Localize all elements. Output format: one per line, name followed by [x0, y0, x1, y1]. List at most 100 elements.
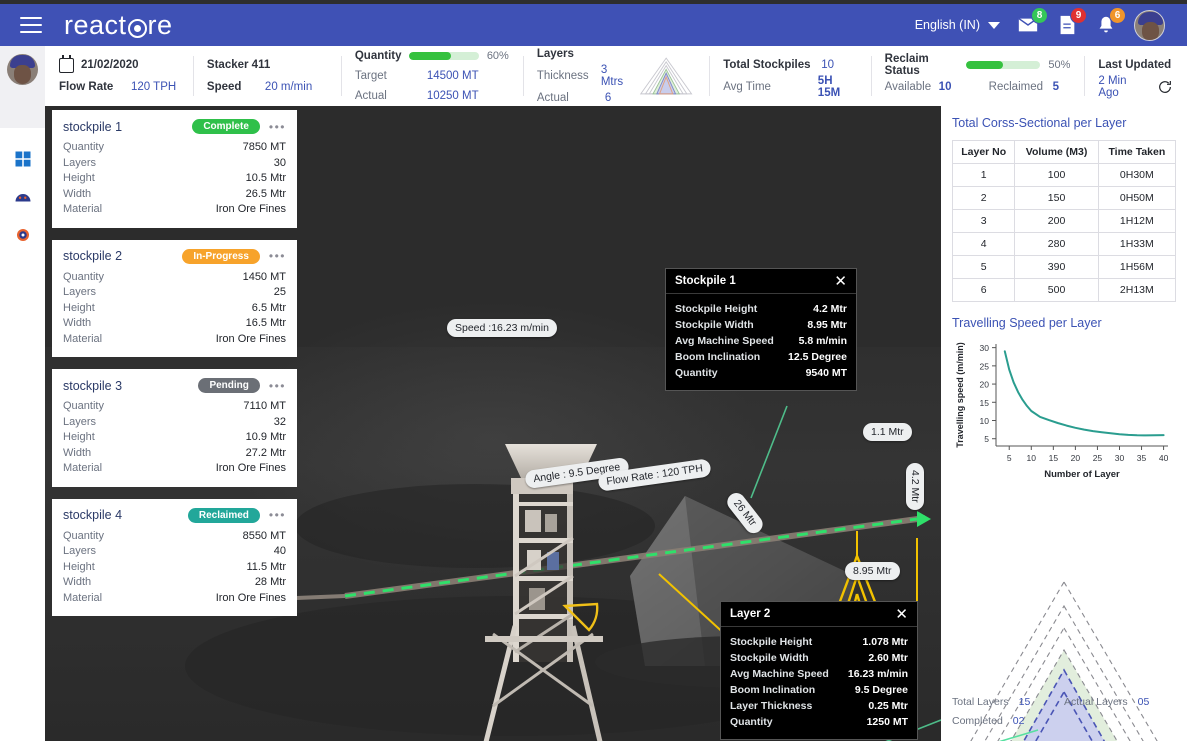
- document-icon[interactable]: 9: [1056, 7, 1087, 36]
- avatar[interactable]: [1134, 9, 1165, 41]
- reclaimed-value: 5: [1052, 81, 1060, 93]
- stockpile-card[interactable]: stockpile 4 Reclaimed ••• Quantity 8550 MT La…: [52, 498, 297, 616]
- layer-tooltip[interactable]: Layer 2 ✕ Stockpile Height 1.078 Mtr Stock…: [720, 601, 918, 740]
- detail-key: Height: [63, 560, 95, 573]
- menu-toggle-icon[interactable]: [20, 17, 42, 33]
- reclaim-progress-bar: [965, 61, 1041, 69]
- tooltip-value: 1.078 Mtr: [862, 636, 908, 648]
- table-cell: 150: [1014, 186, 1099, 210]
- brand-text-post: re: [147, 9, 173, 40]
- stockpile-card[interactable]: stockpile 1 Complete ••• Quantity 7850 MT Lay…: [52, 110, 297, 228]
- dim-height-label: 4.2 Mtr: [906, 463, 924, 510]
- date-value: 21/02/2020: [81, 59, 139, 71]
- tooltip-value: 2.60 Mtr: [868, 652, 908, 664]
- svg-text:5: 5: [1007, 453, 1012, 463]
- total-layers-value: 15: [1018, 696, 1031, 708]
- left-sidebar: [0, 46, 45, 741]
- tooltip-value: 9.5 Degree: [854, 684, 908, 696]
- quantity-progress-row: Quantity 60%: [355, 46, 509, 66]
- table-cell: 0H50M: [1097, 186, 1177, 210]
- available-label: Available: [884, 81, 932, 93]
- detail-key: Material: [63, 591, 103, 604]
- detail-value: 40: [273, 545, 286, 557]
- card-menu-icon[interactable]: •••: [269, 120, 286, 134]
- stockpile-tooltip[interactable]: Stockpile 1 ✕ Stockpile Height 4.2 Mtr Sto…: [665, 268, 857, 391]
- sidebar-item-settings[interactable]: [0, 218, 45, 252]
- thickness-value: 3 Mtrs: [600, 64, 624, 88]
- refresh-icon[interactable]: [1157, 79, 1173, 95]
- chevron-down-icon: [988, 21, 1000, 29]
- table-cell: 390: [1014, 255, 1099, 279]
- flow-rate-row: Flow Rate 120 TPH: [59, 76, 179, 98]
- actual-value: 10250 MT: [426, 90, 479, 102]
- info-date-flow-block: 21/02/2020 Flow Rate 120 TPH: [45, 46, 193, 106]
- svg-text:Travelling speed (m/min): Travelling speed (m/min): [955, 342, 965, 448]
- card-menu-icon[interactable]: •••: [269, 508, 286, 522]
- tooltip-row: Boom Inclination 9.5 Degree: [730, 682, 908, 698]
- stockpile-detail-row: Quantity 7110 MT: [63, 399, 286, 415]
- avg-time-label: Avg Time: [723, 81, 771, 93]
- card-menu-icon[interactable]: •••: [269, 379, 286, 393]
- detail-key: Height: [63, 301, 95, 314]
- speed-label: Speed: [206, 81, 242, 93]
- svg-text:20: 20: [980, 380, 990, 390]
- detail-key: Width: [63, 576, 92, 588]
- reclaim-detail-row: Available 10 Reclaimed 5: [885, 76, 1071, 98]
- reclaim-percent: 50%: [1048, 59, 1071, 71]
- stockpile-card[interactable]: stockpile 3 Pending ••• Quantity 7110 MT Laye…: [52, 369, 297, 487]
- svg-text:25: 25: [980, 361, 990, 371]
- total-stockpiles-value: 10: [821, 59, 834, 71]
- stockpile-card-header: stockpile 4 Reclaimed •••: [63, 507, 286, 523]
- close-icon[interactable]: ✕: [834, 274, 847, 289]
- detail-key: Quantity: [63, 270, 104, 283]
- table-cell: 4: [951, 232, 1016, 256]
- detail-value: 7850 MT: [242, 141, 286, 153]
- detail-key: Quantity: [63, 529, 104, 542]
- sidebar-item-monitoring[interactable]: [0, 180, 45, 214]
- bell-badge: 6: [1109, 7, 1126, 24]
- target-value: 14500 MT: [426, 70, 479, 82]
- tooltip-value: 5.8 m/min: [798, 335, 847, 347]
- detail-value: 27.2 Mtr: [245, 446, 286, 459]
- mail-icon[interactable]: 8: [1017, 7, 1048, 36]
- calendar-icon: [59, 54, 74, 73]
- card-menu-icon[interactable]: •••: [269, 249, 286, 263]
- dashboard-root: react re English (IN) 8 9 6 21/02/2020 F…: [0, 0, 1187, 741]
- detail-value: 8550 MT: [242, 529, 286, 542]
- chart-title: Travelling Speed per Layer: [952, 316, 1102, 330]
- thickness-label: Thickness: [536, 70, 589, 82]
- reclaimed-label: Reclaimed: [988, 81, 1043, 93]
- table-cell: 1H56M: [1097, 255, 1177, 279]
- actual-layers-value: 05: [1137, 696, 1150, 708]
- info-machine-speed-block: Stacker 411 Speed 20 m/min: [192, 46, 341, 106]
- table-cell: 2H13M: [1097, 278, 1177, 302]
- stockpile-detail-row: Material Iron Ore Fines: [63, 591, 286, 607]
- close-icon[interactable]: ✕: [895, 607, 908, 622]
- sidebar-avatar-face: [14, 65, 31, 84]
- table-cell: 100: [1014, 163, 1099, 187]
- layer-tooltip-body: Stockpile Height 1.078 Mtr Stockpile Width…: [721, 627, 917, 739]
- stockpile-card-title: stockpile 2: [63, 249, 123, 263]
- detail-key: Width: [63, 446, 92, 459]
- detail-value: 6.5 Mtr: [251, 301, 286, 314]
- total-layers-cell: Total Layers 15: [952, 693, 1064, 712]
- tooltip-key: Boom Inclination: [730, 684, 816, 696]
- bell-icon[interactable]: 6: [1095, 7, 1126, 36]
- table-row: 5 390 1H56M: [951, 255, 1177, 279]
- stockpile-detail-row: Material Iron Ore Fines: [63, 332, 286, 348]
- stockpile-card[interactable]: stockpile 2 In-Progress ••• Quantity 1450 MT…: [52, 239, 297, 357]
- sidebar-item-dashboard[interactable]: [0, 142, 45, 176]
- svg-text:Number of Layer: Number of Layer: [1044, 469, 1120, 480]
- thickness-row: Thickness 3 Mtrs: [536, 64, 631, 88]
- stockpile-card-list: stockpile 1 Complete ••• Quantity 7850 MT Lay…: [52, 110, 297, 628]
- sidebar-avatar[interactable]: [7, 54, 38, 85]
- layer-summary-row-1: Total Layers 15 Actual Layers 05: [952, 693, 1176, 712]
- language-selector[interactable]: English (IN): [915, 18, 1000, 32]
- detail-value: 11.5 Mtr: [246, 560, 286, 573]
- detail-key: Layers: [63, 415, 97, 428]
- stockpile-detail-row: Width 27.2 Mtr: [63, 446, 286, 462]
- tooltip-row: Stockpile Height 1.078 Mtr: [730, 634, 908, 650]
- quantity-progress-bar: [409, 52, 479, 60]
- detail-key: Quantity: [63, 400, 104, 412]
- table-row: 2 150 0H50M: [951, 186, 1177, 210]
